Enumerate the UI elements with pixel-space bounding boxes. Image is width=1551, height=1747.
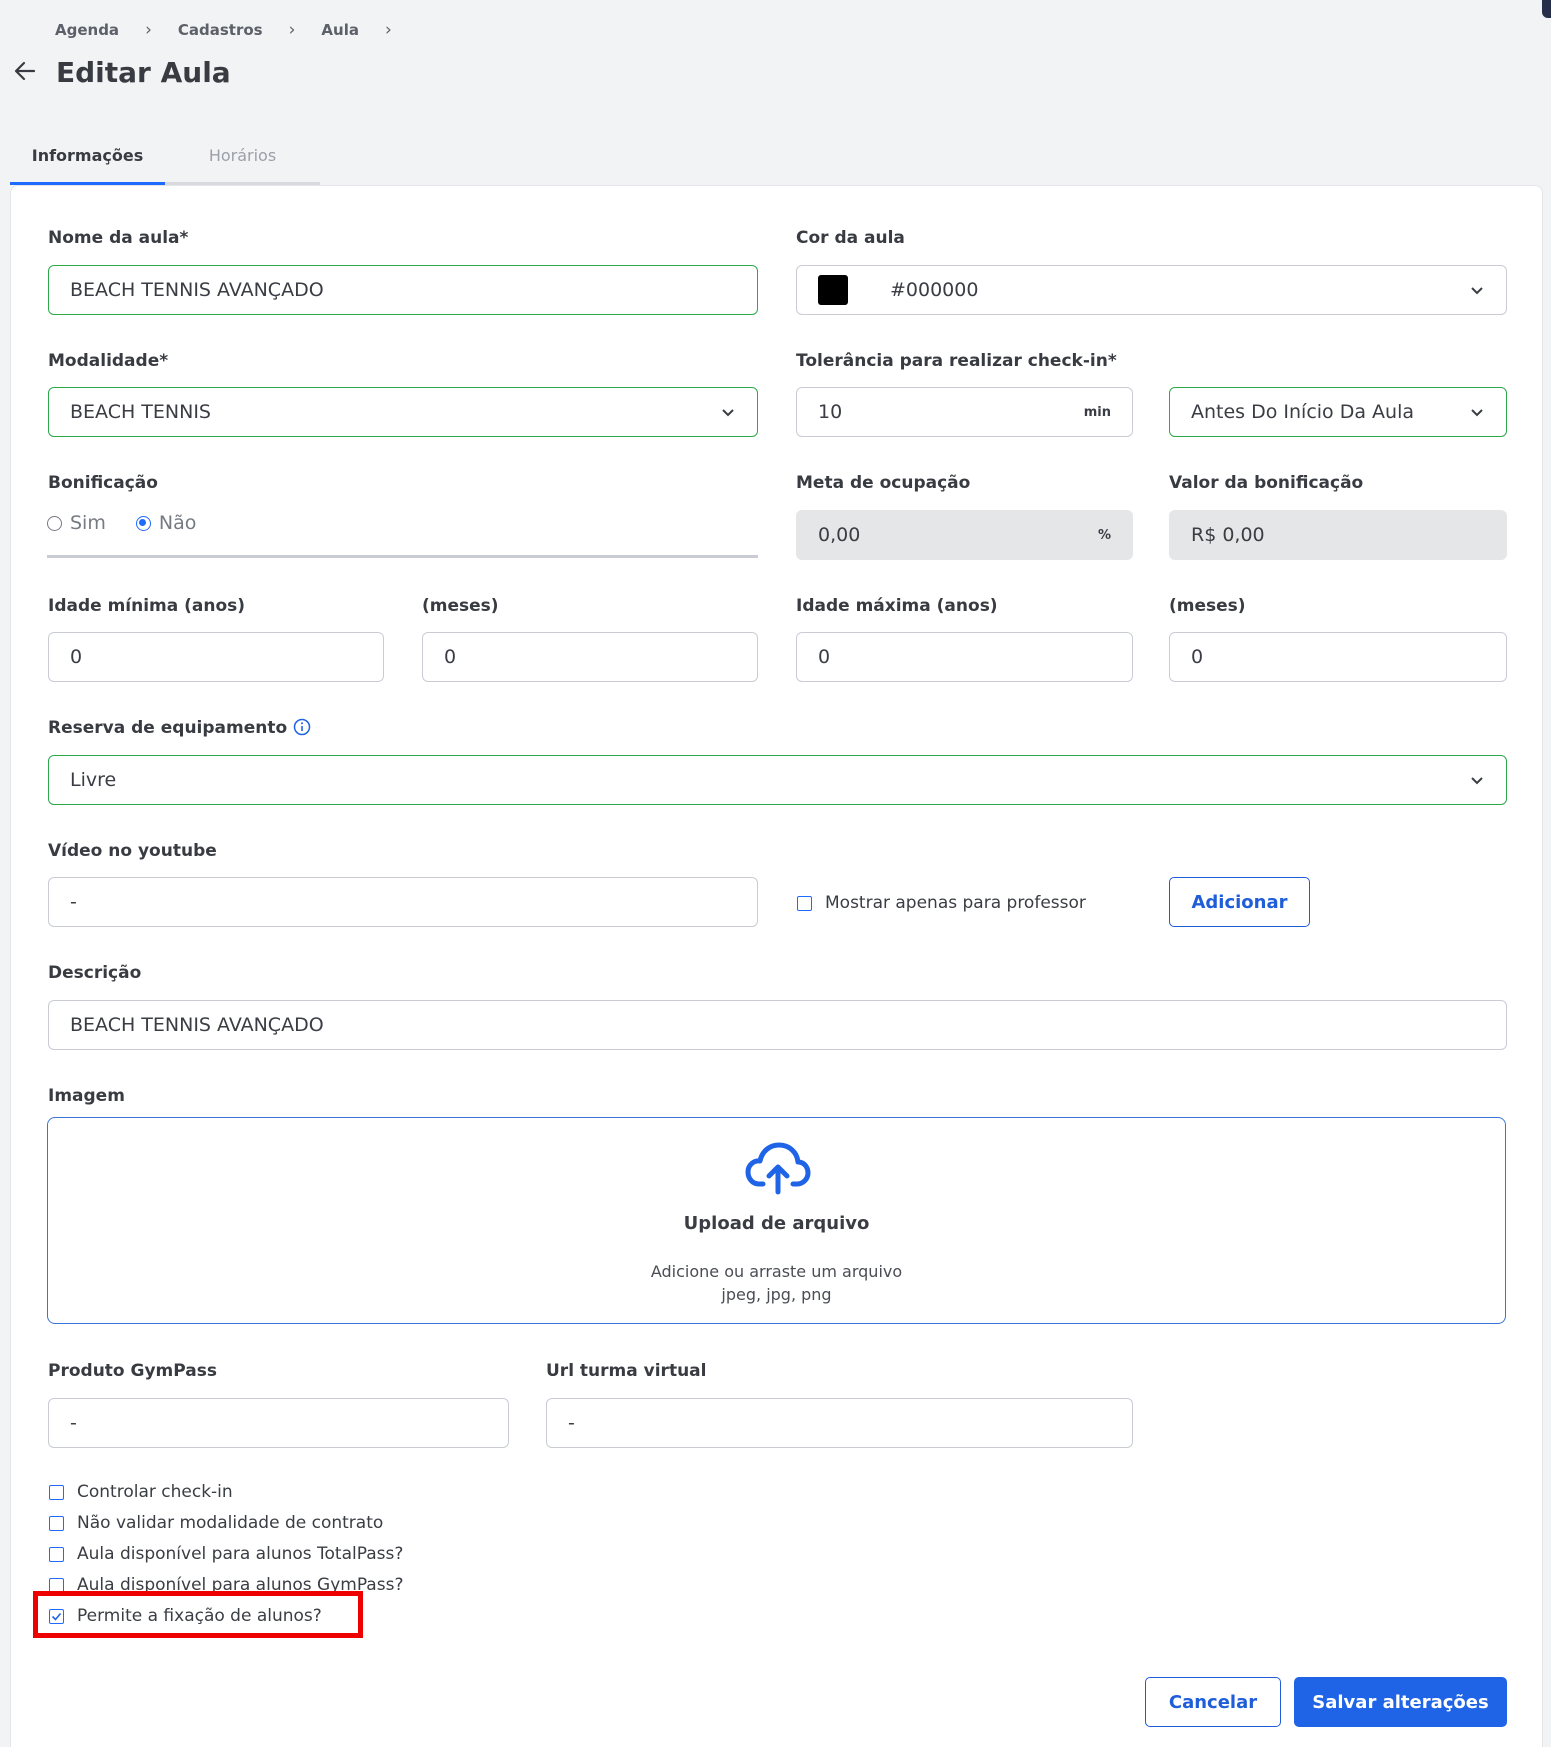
controlar-checkin-checkbox[interactable]: Controlar check-in bbox=[49, 1482, 233, 1502]
video-input[interactable]: - bbox=[48, 877, 758, 927]
chevron-down-icon bbox=[722, 409, 734, 417]
modalidade-label: Modalidade* bbox=[48, 351, 169, 371]
highlight-box bbox=[33, 1591, 363, 1638]
valor-bonificacao-label: Valor da bonificação bbox=[1169, 473, 1364, 493]
gympass-produto-label: Produto GymPass bbox=[48, 1361, 217, 1381]
checkbox-icon bbox=[797, 895, 812, 911]
color-swatch bbox=[818, 275, 848, 305]
cor-label: Cor da aula bbox=[796, 228, 905, 248]
idade-min-anos-label: Idade mínima (anos) bbox=[48, 596, 246, 616]
breadcrumb-item-agenda[interactable]: Agenda bbox=[55, 21, 119, 39]
corner-badge bbox=[1542, 0, 1551, 18]
gympass-produto-input[interactable]: - bbox=[48, 1398, 509, 1448]
url-turma-label: Url turma virtual bbox=[546, 1361, 707, 1381]
chevron-right-icon: › bbox=[145, 20, 152, 40]
save-button[interactable]: Salvar alterações bbox=[1294, 1677, 1507, 1727]
chevron-right-icon: › bbox=[384, 20, 392, 40]
page-title: Editar Aula bbox=[56, 56, 231, 89]
chevron-down-icon bbox=[1471, 777, 1483, 785]
tolerancia-momento-select[interactable]: Antes Do Início Da Aula bbox=[1169, 387, 1507, 437]
upload-hint: Adicione ou arraste um arquivo jpeg, jpg… bbox=[650, 1262, 903, 1304]
reserva-select[interactable]: Livre bbox=[48, 755, 1507, 805]
totalpass-checkbox[interactable]: Aula disponível para alunos TotalPass? bbox=[49, 1544, 403, 1564]
tab-horarios[interactable]: Horários bbox=[165, 136, 320, 185]
meta-unit: % bbox=[1097, 527, 1111, 543]
tab-informacoes[interactable]: Informações bbox=[10, 136, 165, 185]
checkbox-icon bbox=[49, 1484, 64, 1500]
video-label: Vídeo no youtube bbox=[48, 841, 217, 861]
divider bbox=[47, 555, 758, 558]
breadcrumb-item-cadastros[interactable]: Cadastros bbox=[178, 21, 263, 39]
image-upload-dropzone[interactable]: Upload de arquivo Adicione ou arraste um… bbox=[47, 1117, 1506, 1324]
cloud-upload-icon bbox=[745, 1142, 811, 1195]
descricao-input[interactable]: BEACH TENNIS AVANÇADO bbox=[48, 1000, 1507, 1050]
checkbox-icon bbox=[49, 1515, 64, 1531]
bonificacao-radio-sim[interactable]: Sim bbox=[47, 512, 106, 534]
chevron-down-icon bbox=[1471, 409, 1483, 417]
meta-label: Meta de ocupação bbox=[796, 473, 971, 493]
idade-max-anos-label: Idade máxima (anos) bbox=[796, 596, 998, 616]
tolerancia-unit: min bbox=[1083, 404, 1111, 420]
info-icon[interactable] bbox=[293, 718, 311, 736]
tolerancia-input[interactable]: 10 min bbox=[796, 387, 1133, 437]
breadcrumb-item-aula[interactable]: Aula bbox=[321, 21, 359, 39]
nao-validar-modalidade-checkbox[interactable]: Não validar modalidade de contrato bbox=[49, 1513, 383, 1533]
idade-max-meses-input[interactable]: 0 bbox=[1169, 632, 1507, 682]
bonificacao-radio-group: Sim Não bbox=[47, 512, 226, 534]
idade-max-anos-input[interactable]: 0 bbox=[796, 632, 1133, 682]
chevron-down-icon bbox=[1471, 287, 1483, 295]
nome-input[interactable]: BEACH TENNIS AVANÇADO bbox=[48, 265, 758, 315]
back-arrow-icon[interactable] bbox=[12, 58, 38, 84]
tab-bar: Informações Horários bbox=[10, 136, 320, 185]
bonificacao-radio-nao[interactable]: Não bbox=[135, 512, 196, 534]
idade-min-anos-input[interactable]: 0 bbox=[48, 632, 384, 682]
cancel-button[interactable]: Cancelar bbox=[1145, 1677, 1281, 1727]
url-turma-input[interactable]: - bbox=[546, 1398, 1133, 1448]
upload-title: Upload de arquivo bbox=[683, 1213, 870, 1234]
imagem-label: Imagem bbox=[48, 1086, 125, 1106]
idade-min-meses-input[interactable]: 0 bbox=[422, 632, 758, 682]
idade-max-meses-label: (meses) bbox=[1169, 596, 1246, 616]
chevron-right-icon: › bbox=[288, 20, 296, 40]
cor-select[interactable]: #000000 bbox=[796, 265, 1507, 315]
bonificacao-label: Bonificação bbox=[48, 473, 158, 493]
adicionar-button[interactable]: Adicionar bbox=[1169, 877, 1310, 927]
breadcrumb: Agenda › Cadastros › Aula › bbox=[55, 20, 418, 40]
nome-label: Nome da aula* bbox=[48, 228, 189, 248]
checkbox-icon bbox=[49, 1546, 64, 1562]
tolerancia-label: Tolerância para realizar check-in* bbox=[796, 351, 1117, 371]
valor-bonificacao-input[interactable]: R$ 0,00 bbox=[1169, 510, 1507, 560]
modalidade-select[interactable]: BEACH TENNIS bbox=[48, 387, 758, 437]
reserva-label: Reserva de equipamento bbox=[48, 718, 288, 738]
meta-input[interactable]: 0,00 % bbox=[796, 510, 1133, 560]
descricao-label: Descrição bbox=[48, 963, 142, 983]
idade-min-meses-label: (meses) bbox=[422, 596, 499, 616]
mostrar-professor-checkbox[interactable]: Mostrar apenas para professor bbox=[797, 893, 1086, 913]
